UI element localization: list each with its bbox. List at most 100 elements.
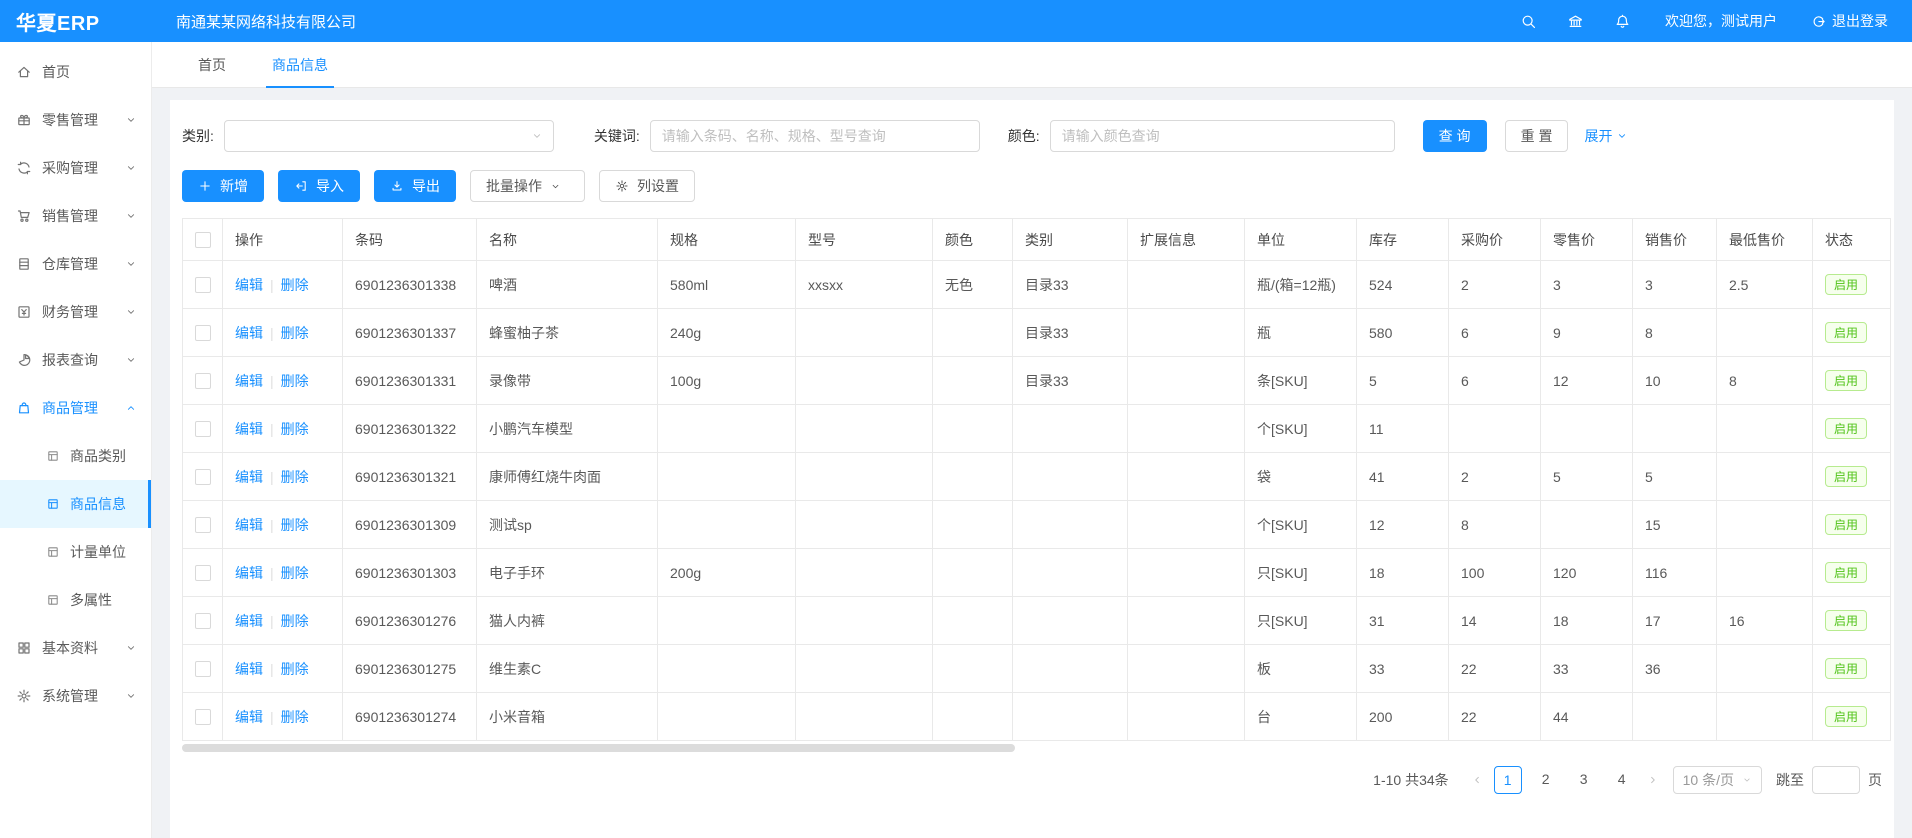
sidebar-item-system[interactable]: 系统管理 bbox=[0, 672, 151, 720]
sidebar-item-retail[interactable]: 零售管理 bbox=[0, 96, 151, 144]
sidebar-item-finance[interactable]: 财务管理 bbox=[0, 288, 151, 336]
select-all-checkbox[interactable] bbox=[195, 232, 211, 248]
sidebar-item-label: 采购管理 bbox=[42, 158, 98, 178]
cell-select bbox=[183, 645, 223, 693]
status-badge[interactable]: 启用 bbox=[1825, 274, 1867, 295]
batch-actions-button[interactable]: 批量操作 bbox=[470, 170, 585, 202]
row-checkbox[interactable] bbox=[195, 517, 211, 533]
sidebar-item-goods-attrs[interactable]: 多属性 bbox=[0, 576, 151, 624]
bell-icon[interactable] bbox=[1614, 13, 1631, 30]
edit-link[interactable]: 编辑 bbox=[235, 517, 263, 533]
cell-stock: 11 bbox=[1357, 405, 1449, 453]
delete-link[interactable]: 删除 bbox=[281, 517, 309, 533]
page-button-4[interactable]: 4 bbox=[1608, 766, 1636, 794]
page-button-1[interactable]: 1 bbox=[1494, 766, 1522, 794]
row-checkbox[interactable] bbox=[195, 421, 211, 437]
sidebar-item-goods[interactable]: 商品管理 bbox=[0, 384, 151, 432]
company-name: 南通某某网络科技有限公司 bbox=[176, 11, 356, 32]
sidebar-item-reports[interactable]: 报表查询 bbox=[0, 336, 151, 384]
tab-home[interactable]: 首页 bbox=[192, 42, 232, 87]
row-checkbox[interactable] bbox=[195, 565, 211, 581]
row-checkbox[interactable] bbox=[195, 613, 211, 629]
delete-link[interactable]: 删除 bbox=[281, 565, 309, 581]
sidebar-item-warehouse[interactable]: 仓库管理 bbox=[0, 240, 151, 288]
reset-button[interactable]: 重 置 bbox=[1505, 120, 1569, 152]
edit-link[interactable]: 编辑 bbox=[235, 277, 263, 293]
delete-link[interactable]: 删除 bbox=[281, 373, 309, 389]
cell-unit: 台 bbox=[1245, 693, 1357, 741]
cell-retail bbox=[1541, 405, 1633, 453]
sidebar-item-basic[interactable]: 基本资料 bbox=[0, 624, 151, 672]
search-icon[interactable] bbox=[1520, 13, 1537, 30]
sidebar-item-home[interactable]: 首页 bbox=[0, 48, 151, 96]
delete-link[interactable]: 删除 bbox=[281, 709, 309, 725]
status-badge[interactable]: 启用 bbox=[1825, 514, 1867, 535]
delete-link[interactable]: 删除 bbox=[281, 277, 309, 293]
status-badge[interactable]: 启用 bbox=[1825, 322, 1867, 343]
expand-link[interactable]: 展开 bbox=[1584, 126, 1628, 146]
sidebar-item-label: 销售管理 bbox=[42, 206, 98, 226]
color-input[interactable] bbox=[1050, 120, 1395, 152]
column-settings-button[interactable]: 列设置 bbox=[599, 170, 695, 202]
edit-link[interactable]: 编辑 bbox=[235, 613, 263, 629]
import-button[interactable]: 导入 bbox=[278, 170, 360, 202]
tab-goods-info[interactable]: 商品信息 bbox=[266, 42, 334, 87]
sidebar-item-purchase[interactable]: 采购管理 bbox=[0, 144, 151, 192]
page-button-2[interactable]: 2 bbox=[1532, 766, 1560, 794]
bank-icon[interactable] bbox=[1567, 13, 1584, 30]
row-checkbox[interactable] bbox=[195, 277, 211, 293]
delete-link[interactable]: 删除 bbox=[281, 421, 309, 437]
sidebar-item-goods-info[interactable]: 商品信息 bbox=[0, 480, 151, 528]
status-badge[interactable]: 启用 bbox=[1825, 466, 1867, 487]
logout-button[interactable]: 退出登录 bbox=[1811, 11, 1888, 31]
delete-link[interactable]: 删除 bbox=[281, 661, 309, 677]
row-checkbox[interactable] bbox=[195, 661, 211, 677]
sidebar-item-sales[interactable]: 销售管理 bbox=[0, 192, 151, 240]
sidebar-item-goods-unit[interactable]: 计量单位 bbox=[0, 528, 151, 576]
delete-link[interactable]: 删除 bbox=[281, 613, 309, 629]
horizontal-scrollbar[interactable] bbox=[182, 744, 1015, 752]
cell-retail: 3 bbox=[1541, 261, 1633, 309]
keyword-input[interactable] bbox=[650, 120, 980, 152]
cell-category: 目录33 bbox=[1013, 261, 1128, 309]
export-button[interactable]: 导出 bbox=[374, 170, 456, 202]
row-checkbox[interactable] bbox=[195, 469, 211, 485]
cell-status: 启用 bbox=[1813, 405, 1891, 453]
status-badge[interactable]: 启用 bbox=[1825, 610, 1867, 631]
row-checkbox[interactable] bbox=[195, 709, 211, 725]
status-badge[interactable]: 启用 bbox=[1825, 658, 1867, 679]
sidebar-item-goods-category[interactable]: 商品类别 bbox=[0, 432, 151, 480]
status-badge[interactable]: 启用 bbox=[1825, 562, 1867, 583]
doc-icon bbox=[46, 593, 60, 607]
edit-link[interactable]: 编辑 bbox=[235, 661, 263, 677]
edit-link[interactable]: 编辑 bbox=[235, 565, 263, 581]
add-button[interactable]: 新增 bbox=[182, 170, 264, 202]
plus-icon bbox=[198, 179, 212, 193]
sidebar-item-label: 多属性 bbox=[70, 590, 112, 610]
edit-link[interactable]: 编辑 bbox=[235, 421, 263, 437]
search-button[interactable]: 查 询 bbox=[1423, 120, 1487, 152]
edit-link[interactable]: 编辑 bbox=[235, 469, 263, 485]
edit-link[interactable]: 编辑 bbox=[235, 709, 263, 725]
edit-link[interactable]: 编辑 bbox=[235, 373, 263, 389]
category-select[interactable] bbox=[224, 120, 554, 152]
tab-bar: 首页 商品信息 bbox=[152, 42, 1912, 88]
cell-model: xxsxx bbox=[796, 261, 933, 309]
next-page-icon[interactable] bbox=[1647, 774, 1659, 786]
cell-ext bbox=[1128, 645, 1245, 693]
filter-row: 类别: 关键词: 颜色: 查 询 重 置 展开 bbox=[182, 120, 1882, 152]
status-badge[interactable]: 启用 bbox=[1825, 370, 1867, 391]
status-badge[interactable]: 启用 bbox=[1825, 706, 1867, 727]
page-button-3[interactable]: 3 bbox=[1570, 766, 1598, 794]
prev-page-icon[interactable] bbox=[1471, 774, 1483, 786]
page-size-select[interactable]: 10 条/页 bbox=[1673, 766, 1762, 794]
delete-link[interactable]: 删除 bbox=[281, 325, 309, 341]
cell-select bbox=[183, 597, 223, 645]
row-checkbox[interactable] bbox=[195, 325, 211, 341]
delete-link[interactable]: 删除 bbox=[281, 469, 309, 485]
status-badge[interactable]: 启用 bbox=[1825, 418, 1867, 439]
edit-link[interactable]: 编辑 bbox=[235, 325, 263, 341]
cell-ext bbox=[1128, 693, 1245, 741]
row-checkbox[interactable] bbox=[195, 373, 211, 389]
jump-page-input[interactable] bbox=[1812, 766, 1860, 794]
